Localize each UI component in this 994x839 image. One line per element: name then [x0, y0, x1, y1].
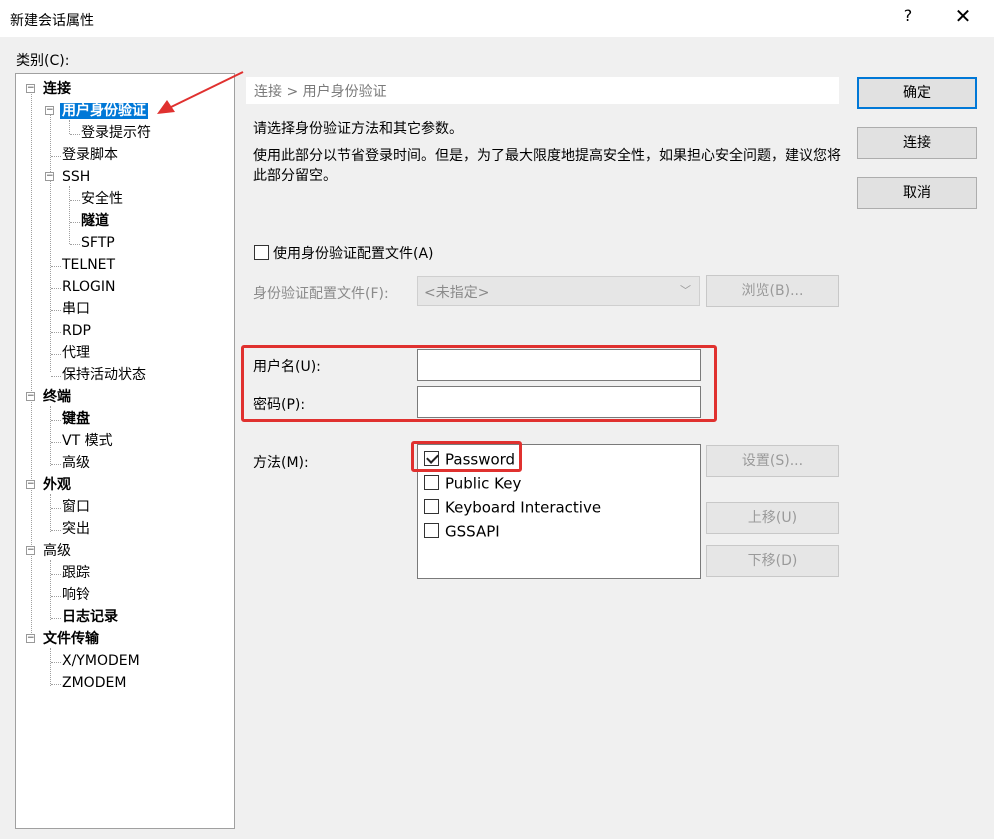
tree-item-keyboard[interactable]: 键盘: [62, 409, 90, 429]
tree-line: [50, 406, 51, 466]
tree-line: [51, 662, 61, 663]
tree-line: [70, 244, 80, 245]
collapse-icon[interactable]: −: [26, 392, 35, 401]
tree-line: [51, 596, 61, 597]
tree-item-login-prompt[interactable]: 登录提示符: [81, 123, 151, 143]
category-label: 类别(C):: [16, 53, 70, 69]
tree-item-connection[interactable]: 连接: [43, 79, 71, 99]
tree-item-proxy[interactable]: 代理: [62, 343, 90, 363]
auth-profile-checkbox-label[interactable]: 使用身份验证配置文件(A): [273, 243, 434, 263]
settings-button[interactable]: 设置(S)...: [706, 445, 839, 477]
title-bar: 新建会话属性 ? ✕: [0, 0, 994, 38]
auth-profile-select[interactable]: <未指定> ﹀: [417, 276, 700, 306]
move-up-button[interactable]: 上移(U): [706, 502, 839, 534]
collapse-icon[interactable]: −: [26, 84, 35, 93]
tree-line: [51, 442, 61, 443]
tree-item-highlight[interactable]: 突出: [62, 519, 90, 539]
method-item-public-key[interactable]: Public Key: [424, 472, 521, 494]
tree-line: [51, 508, 61, 509]
tree-line: [69, 186, 70, 244]
tree-line: [70, 134, 80, 135]
method-item-keyboard-interactive[interactable]: Keyboard Interactive: [424, 496, 601, 518]
tree-line: [70, 200, 80, 201]
method-checkbox-gssapi[interactable]: [424, 523, 439, 538]
annotation-highlight-password-method: [411, 441, 522, 472]
username-input[interactable]: [417, 349, 701, 381]
method-label: 方法(M):: [253, 455, 309, 471]
close-button[interactable]: ✕: [948, 4, 978, 32]
method-checkbox-public-key[interactable]: [424, 475, 439, 490]
tree-line: [31, 94, 32, 639]
tree-line: [50, 648, 51, 686]
tree-item-file-transfer[interactable]: 文件传输: [43, 629, 99, 649]
tree-item-serial[interactable]: 串口: [62, 299, 90, 319]
tree-item-rdp[interactable]: RDP: [62, 321, 91, 341]
collapse-icon[interactable]: −: [26, 634, 35, 643]
chevron-down-icon: ﹀: [680, 284, 691, 297]
password-input[interactable]: [417, 386, 701, 418]
connect-button[interactable]: 连接: [857, 127, 977, 159]
tree-line: [51, 574, 61, 575]
collapse-icon[interactable]: −: [45, 172, 54, 181]
tree-item-sftp[interactable]: SFTP: [81, 233, 115, 253]
tree-item-window[interactable]: 窗口: [62, 497, 90, 517]
tree-line: [51, 288, 61, 289]
move-down-button[interactable]: 下移(D): [706, 545, 839, 577]
tree-item-ssh[interactable]: SSH: [62, 167, 90, 187]
window-title: 新建会话属性: [10, 13, 94, 29]
tree-line: [51, 618, 61, 619]
tree-item-login-script[interactable]: 登录脚本: [62, 145, 118, 165]
tree-line: [51, 332, 61, 333]
method-checkbox-keyboard-interactive[interactable]: [424, 499, 439, 514]
collapse-icon[interactable]: −: [45, 106, 54, 115]
cancel-button[interactable]: 取消: [857, 177, 977, 209]
tree-line: [69, 120, 70, 134]
tree-line: [51, 684, 61, 685]
tree-item-tunnel[interactable]: 隧道: [81, 211, 109, 231]
username-label: 用户名(U):: [253, 359, 321, 375]
tree-item-logging[interactable]: 日志记录: [62, 607, 118, 627]
description-detail: 使用此部分以节省登录时间。但是，为了最大限度地提高安全性，如果担心安全问题，建议…: [253, 148, 841, 184]
tree-item-user-auth[interactable]: 用户身份验证: [60, 101, 148, 121]
tree-line: [50, 494, 51, 532]
tree-item-trace[interactable]: 跟踪: [62, 563, 90, 583]
tree-line: [51, 464, 61, 465]
auth-profile-checkbox[interactable]: [254, 245, 269, 260]
tree-line: [51, 310, 61, 311]
annotation-arrow-icon: [157, 71, 244, 114]
tree-item-xymodem[interactable]: X/YMODEM: [62, 651, 140, 671]
tree-item-bell[interactable]: 响铃: [62, 585, 90, 605]
browse-button[interactable]: 浏览(B)...: [706, 275, 839, 307]
description-text: 请选择身份验证方法和其它参数。: [253, 121, 463, 137]
tree-item-telnet[interactable]: TELNET: [62, 255, 115, 275]
auth-profile-select-value: <未指定>: [424, 285, 490, 301]
tree-line: [51, 530, 61, 531]
help-button[interactable]: ?: [898, 6, 918, 30]
tree-line: [51, 376, 61, 377]
password-label: 密码(P):: [253, 397, 306, 413]
breadcrumb: 连接 > 用户身份验证: [246, 77, 839, 104]
collapse-icon[interactable]: −: [26, 546, 35, 555]
tree-line: [50, 114, 51, 372]
tree-item-rlogin[interactable]: RLOGIN: [62, 277, 116, 297]
tree-line: [51, 156, 61, 157]
method-item-gssapi[interactable]: GSSAPI: [424, 520, 500, 542]
tree-item-appearance[interactable]: 外观: [43, 475, 71, 495]
auth-profile-file-label: 身份验证配置文件(F):: [253, 286, 389, 302]
tree-line: [51, 354, 61, 355]
tree-item-vt-mode[interactable]: VT 模式: [62, 431, 113, 451]
tree-item-security[interactable]: 安全性: [81, 189, 123, 209]
tree-item-terminal[interactable]: 终端: [43, 387, 71, 407]
tree-line: [51, 420, 61, 421]
tree-item-advanced-root[interactable]: 高级: [43, 541, 71, 561]
tree-item-zmodem[interactable]: ZMODEM: [62, 673, 126, 693]
category-tree[interactable]: − − − − − − − 连接 用户身份验证 登录提示符 登录脚本 SSH 安…: [15, 73, 235, 829]
tree-line: [70, 222, 80, 223]
tree-item-keepalive[interactable]: 保持活动状态: [62, 365, 146, 385]
tree-line: [50, 560, 51, 620]
ok-button[interactable]: 确定: [857, 77, 977, 109]
collapse-icon[interactable]: −: [26, 480, 35, 489]
tree-item-advanced[interactable]: 高级: [62, 453, 90, 473]
tree-line: [51, 266, 61, 267]
